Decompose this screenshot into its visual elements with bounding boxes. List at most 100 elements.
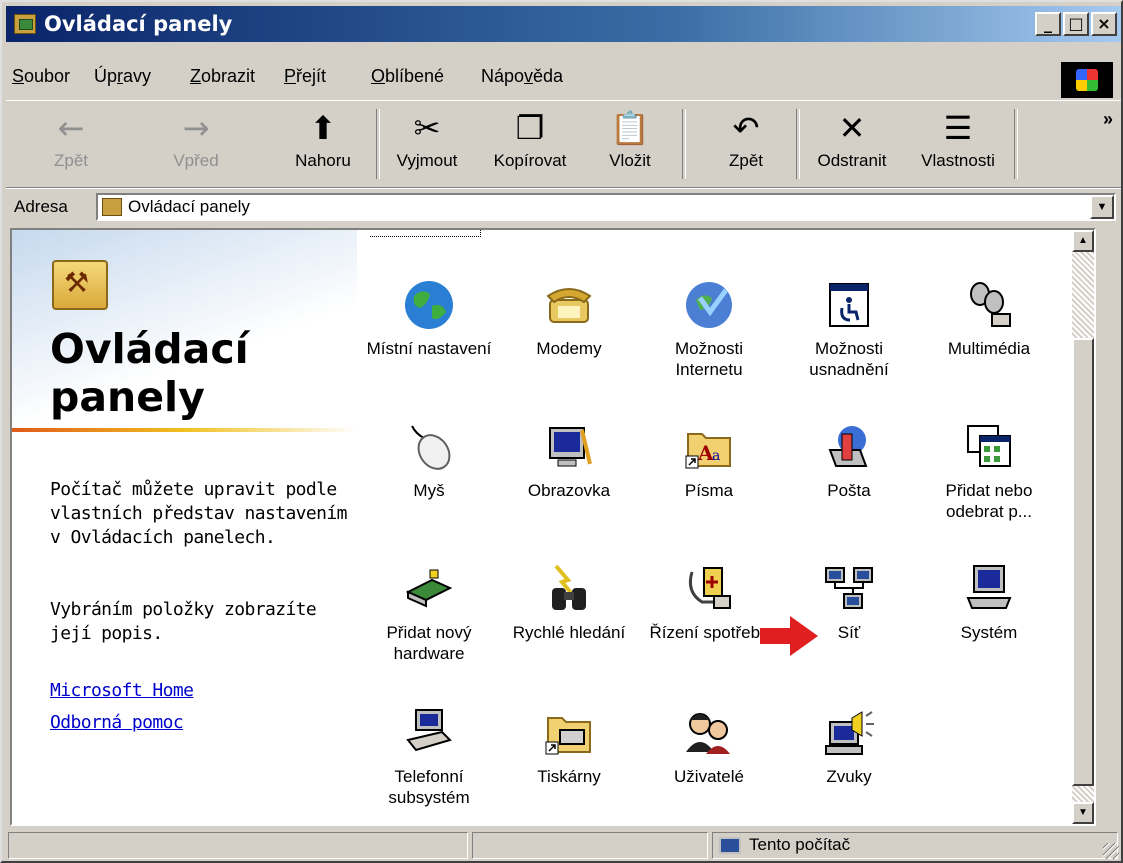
control-panel-icon (102, 198, 122, 216)
status-pane-middle (472, 832, 708, 859)
display-icon (549, 427, 592, 467)
forward-button[interactable]: → Vpřed (156, 101, 236, 187)
paste-icon: 📋 (610, 109, 650, 147)
menu-upravy[interactable]: Úpravy (94, 66, 151, 87)
minimize-button[interactable]: _ (1035, 12, 1061, 36)
undo-button[interactable]: ↶ Zpět (706, 101, 786, 187)
content-pane: Ovládací panely Počítač můžete upravit p… (10, 228, 1096, 826)
item-zvuky[interactable]: Zvuky (784, 706, 914, 787)
support-link[interactable]: Odborná pomoc (50, 712, 184, 733)
hardware-icon (405, 569, 453, 608)
menu-oblibene[interactable]: Oblíbené (371, 66, 444, 87)
properties-button[interactable]: ☰ Vlastnosti (906, 101, 1010, 187)
toolbar-separator (796, 109, 800, 179)
up-button[interactable]: ⬆ Nahoru (278, 101, 368, 187)
fonts-folder-icon: Aa (685, 433, 731, 469)
mouse-icon (411, 425, 451, 470)
scroll-up-button[interactable]: ▲ (1072, 230, 1094, 252)
item-modemy[interactable]: Modemy (504, 278, 634, 359)
multimedia-icon (970, 282, 1011, 327)
info-sidebar: Ovládací panely Počítač můžete upravit p… (12, 230, 357, 824)
menu-bar: Soubor Úpravy Zobrazit Přejít Oblíbené N… (6, 58, 1121, 98)
focus-rectangle (370, 230, 481, 237)
toolbar-separator (376, 109, 380, 179)
item-pridat-odebrat-programy[interactable]: Přidat nebo odebrat p... (924, 420, 1054, 522)
item-telefonni-subsystem[interactable]: Telefonní subsystém (364, 706, 494, 808)
item-obrazovka[interactable]: Obrazovka (504, 420, 634, 501)
toolbar-separator (1014, 109, 1018, 179)
forward-arrow-icon: → (182, 109, 210, 147)
undo-icon: ↶ (732, 109, 760, 147)
vertical-scrollbar[interactable]: ▲ ▼ (1072, 230, 1094, 824)
item-moznosti-internetu[interactable]: Možnosti Internetu (644, 278, 774, 380)
status-pane-main (8, 832, 468, 859)
item-moznosti-usnadneni[interactable]: Možnosti usnadnění (784, 278, 914, 380)
delete-x-icon: ✕ (838, 109, 866, 147)
sidebar-description: Počítač můžete upravit podle vlastních p… (50, 479, 347, 548)
telephone-icon (546, 288, 592, 323)
scroll-down-button[interactable]: ▼ (1072, 802, 1094, 824)
item-pridat-hardware[interactable]: Přidat nový hardware (364, 562, 494, 664)
computer-icon (966, 565, 1012, 609)
delete-button[interactable]: ✕ Odstranit (802, 101, 902, 187)
control-panel-folder-icon (52, 260, 108, 310)
menu-zobrazit[interactable]: Zobrazit (190, 66, 255, 87)
toolbar: ← Zpět → Vpřed ⬆ Nahoru ✂ Vyjmout ❐ Kopírovat… (6, 100, 1121, 188)
scroll-thumb[interactable] (1072, 338, 1094, 786)
accessibility-icon (829, 283, 869, 327)
address-dropdown-button[interactable]: ▼ (1090, 195, 1114, 219)
red-pointer-arrow-icon (760, 616, 818, 656)
item-pisma[interactable]: Aa Písma (644, 420, 774, 501)
sounds-icon (825, 711, 874, 755)
close-button[interactable]: × (1091, 12, 1117, 36)
status-location: Tento počítač (749, 835, 851, 854)
item-tiskarny[interactable]: Tiskárny (504, 706, 634, 787)
address-label: Adresa (14, 197, 68, 216)
window-title: Ovládací panely (44, 12, 233, 36)
control-panel-icon[interactable] (14, 14, 36, 34)
binoculars-icon (552, 564, 586, 610)
item-rychle-hledani[interactable]: Rychlé hledání (504, 562, 634, 643)
toolbar-separator (682, 109, 686, 179)
maximize-button[interactable]: □ (1063, 12, 1089, 36)
status-bar: Tento počítač (6, 830, 1121, 861)
menu-napoveda[interactable]: Nápověda (481, 66, 563, 87)
item-multimedia[interactable]: Multimédia (924, 278, 1054, 359)
menu-prejit[interactable]: Přejít (284, 66, 326, 87)
microsoft-home-link[interactable]: Microsoft Home (50, 680, 194, 701)
address-value: Ovládací panely (128, 197, 250, 216)
back-arrow-icon: ← (57, 109, 85, 147)
toolbar-overflow-chevron-icon[interactable]: » (1103, 109, 1113, 130)
network-icon (825, 567, 873, 609)
properties-icon: ☰ (943, 109, 973, 147)
menu-soubor[interactable]: Soubor (12, 66, 70, 87)
resize-grip[interactable] (1103, 843, 1119, 859)
add-remove-programs-icon (967, 425, 1011, 467)
item-posta[interactable]: Pošta (784, 420, 914, 501)
internet-globe-icon (686, 282, 732, 328)
paste-button[interactable]: 📋 Vložit (590, 101, 670, 187)
back-button[interactable]: ← Zpět (36, 101, 106, 187)
status-pane-zone: Tento počítač (712, 832, 1118, 859)
item-mistni-nastaveni[interactable]: Místní nastavení (364, 278, 494, 359)
power-icon (688, 567, 731, 609)
svg-text:a: a (712, 448, 720, 464)
sidebar-hint: Vybráním položky zobrazíte její popis. (50, 599, 317, 644)
item-uzivatele[interactable]: Uživatelé (644, 706, 774, 787)
window: Ovládací panely _ □ × Soubor Úpravy Zobr… (0, 0, 1123, 863)
sidebar-title: Ovládací panely (50, 325, 249, 421)
printers-folder-icon (545, 717, 591, 755)
cut-button[interactable]: ✂ Vyjmout (382, 101, 472, 187)
mail-icon (828, 426, 868, 467)
item-mys[interactable]: Myš (364, 420, 494, 501)
users-icon (686, 713, 730, 754)
sidebar-divider (12, 428, 357, 432)
item-rizeni-spotreby[interactable]: Řízení spotřeby (644, 562, 774, 643)
address-bar: Adresa Ovládací panely ▼ (6, 188, 1121, 225)
title-bar[interactable]: Ovládací panely _ □ × (6, 6, 1121, 42)
copy-button[interactable]: ❐ Kopírovat (478, 101, 582, 187)
item-system[interactable]: Systém (924, 562, 1054, 643)
windows-logo-icon (1061, 62, 1113, 98)
my-computer-icon (719, 837, 741, 854)
address-field[interactable]: Ovládací panely ▼ (96, 193, 1116, 221)
